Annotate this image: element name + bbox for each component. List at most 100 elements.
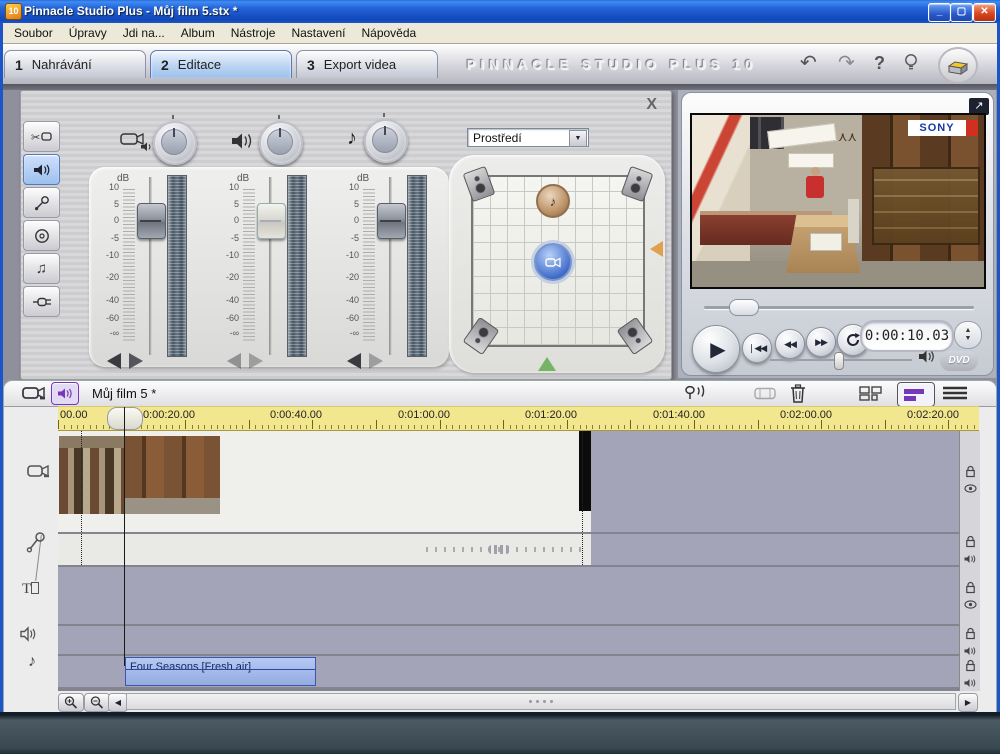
original-audio-track[interactable] (58, 534, 959, 565)
lock-icon[interactable] (965, 659, 976, 672)
tab-export-videa[interactable]: 3 Export videa (296, 50, 438, 78)
tab-editace[interactable]: 2 Editace (150, 50, 292, 78)
pan-bottom-handle[interactable] (538, 357, 556, 371)
eye-icon[interactable] (964, 600, 977, 609)
timeline-view-button[interactable] (897, 382, 935, 407)
player-scrubber-handle[interactable] (729, 299, 759, 316)
music-clip[interactable]: Four Seasons [Fresh air] (125, 657, 316, 686)
close-button[interactable]: ✕ (973, 3, 996, 22)
dvd-toggle-button[interactable]: DVD (940, 351, 978, 371)
lock-icon[interactable] (965, 465, 976, 478)
clip-properties-tool[interactable]: ✂ (23, 121, 60, 152)
scroll-left-button[interactable]: ◀ (108, 693, 128, 712)
menu-jdi-na[interactable]: Jdi na... (115, 24, 173, 42)
video-clip[interactable] (58, 431, 591, 532)
razor-icon[interactable] (754, 387, 776, 400)
play-button[interactable]: ▶ (692, 325, 740, 373)
lock-icon[interactable] (965, 627, 976, 640)
balance-left-arrow[interactable] (107, 353, 121, 369)
tip-bulb-icon[interactable] (904, 53, 918, 73)
time-ruler[interactable]: 00.00 0:00:20.00 0:00:40.00 0:01:00.00 0… (58, 406, 979, 431)
sound-effect-fader[interactable] (257, 203, 286, 239)
speaker-icon[interactable] (918, 349, 935, 364)
speaker-icon[interactable] (964, 554, 976, 564)
clip-properties-icon: ✂ (31, 129, 53, 145)
toolbox-close-button[interactable]: X (646, 96, 657, 114)
title-track[interactable] (58, 567, 959, 624)
timeline-view-icon (903, 387, 929, 403)
volume-line[interactable] (126, 669, 315, 670)
scroll-right-button[interactable]: ▶ (958, 693, 978, 712)
go-to-start-button[interactable]: ❘◀◀ (742, 333, 772, 363)
scrollbar-grip (529, 700, 553, 703)
surround-preset-select[interactable]: Prostředí ▼ (467, 128, 589, 147)
original-audio-balance-knob[interactable] (153, 121, 197, 165)
balance-left-arrow[interactable] (227, 353, 241, 369)
sound-effect-balance-knob[interactable] (259, 121, 303, 165)
surround-grid[interactable]: ♪ (471, 175, 645, 347)
maximize-button[interactable]: ▢ (950, 3, 973, 22)
storyboard-view-icon[interactable] (859, 386, 885, 401)
rewind-button[interactable]: ◀◀ (775, 329, 805, 359)
track-tools-column: T ♪ (4, 431, 58, 691)
redo-icon[interactable]: ↷ (838, 53, 855, 73)
audio-toolbox-button[interactable] (51, 382, 79, 405)
audio-effects-tool[interactable] (23, 286, 60, 317)
sound-effect-track[interactable] (58, 626, 959, 654)
music-pan-puck[interactable]: ♪ (536, 184, 570, 218)
lock-icon[interactable] (965, 581, 976, 594)
speaker-front-left-icon (463, 166, 496, 202)
menu-nastaveni[interactable]: Nastavení (283, 24, 353, 42)
voiceover-tool[interactable] (23, 187, 60, 218)
speaker-icon[interactable] (964, 678, 976, 688)
help-icon[interactable]: ? (874, 53, 885, 73)
marker-icon[interactable] (684, 385, 710, 401)
eye-icon[interactable] (964, 484, 977, 493)
tab-nahravani[interactable]: 1 Nahrávání (4, 50, 146, 78)
menu-album[interactable]: Album (173, 24, 223, 42)
video-toolbox-button[interactable] (21, 385, 47, 402)
volume-slider-handle[interactable] (834, 352, 844, 370)
original-audio-fader[interactable] (137, 203, 166, 239)
menu-soubor[interactable]: Soubor (6, 24, 61, 42)
audio-track-icon (26, 531, 46, 553)
pan-right-handle[interactable] (650, 241, 663, 257)
music-track[interactable]: Four Seasons [Fresh air] (58, 656, 959, 687)
minimize-button[interactable]: _ (928, 3, 951, 22)
background-music-tool[interactable]: ♫ (23, 253, 60, 284)
playhead-line[interactable] (124, 407, 125, 666)
menu-napoveda[interactable]: Nápověda (353, 24, 424, 42)
title-bar[interactable]: 10 Pinnacle Studio Plus - Můj film 5.stx… (0, 0, 1000, 23)
fader-original-audio: dB 1050-5-10-20-40-60-∞ (89, 167, 209, 367)
speaker-icon[interactable] (964, 646, 976, 656)
music-channel-icon: ♪ (347, 127, 357, 150)
balance-right-arrow[interactable] (129, 353, 143, 369)
music-balance-knob[interactable] (364, 119, 408, 163)
balance-right-arrow[interactable] (249, 353, 263, 369)
zoom-in-button[interactable] (58, 693, 84, 712)
horizontal-scrollbar[interactable] (126, 693, 956, 710)
video-pan-puck[interactable] (534, 243, 572, 281)
cd-audio-tool[interactable] (23, 220, 60, 251)
music-fader[interactable] (377, 203, 406, 239)
premium-content-button[interactable] (938, 47, 978, 84)
timeline-bottom-bar: ◀ ▶ (4, 691, 996, 712)
volume-mixer-tool[interactable] (23, 154, 60, 185)
menu-nastroje[interactable]: Nástroje (223, 24, 284, 42)
menu-upravy[interactable]: Úpravy (61, 24, 115, 42)
chevron-down-icon[interactable]: ▼ (569, 130, 587, 147)
zoom-out-button[interactable] (84, 693, 110, 712)
sound-effect-track-icon (20, 626, 40, 642)
trash-icon[interactable] (790, 384, 806, 403)
undo-icon[interactable]: ↶ (800, 53, 817, 73)
timecode-spinner[interactable]: ▲▼ (954, 321, 982, 349)
balance-right-arrow[interactable] (369, 353, 383, 369)
text-view-icon[interactable] (942, 386, 968, 401)
fast-forward-button[interactable]: ▶▶ (806, 327, 836, 357)
lock-icon[interactable] (965, 535, 976, 548)
video-track[interactable] (58, 431, 959, 532)
timeline-scrubber-handle[interactable] (107, 407, 143, 430)
rewind-icon: ◀◀ (784, 339, 796, 350)
balance-left-arrow[interactable] (347, 353, 361, 369)
music-note-icon: ♫ (36, 260, 47, 277)
